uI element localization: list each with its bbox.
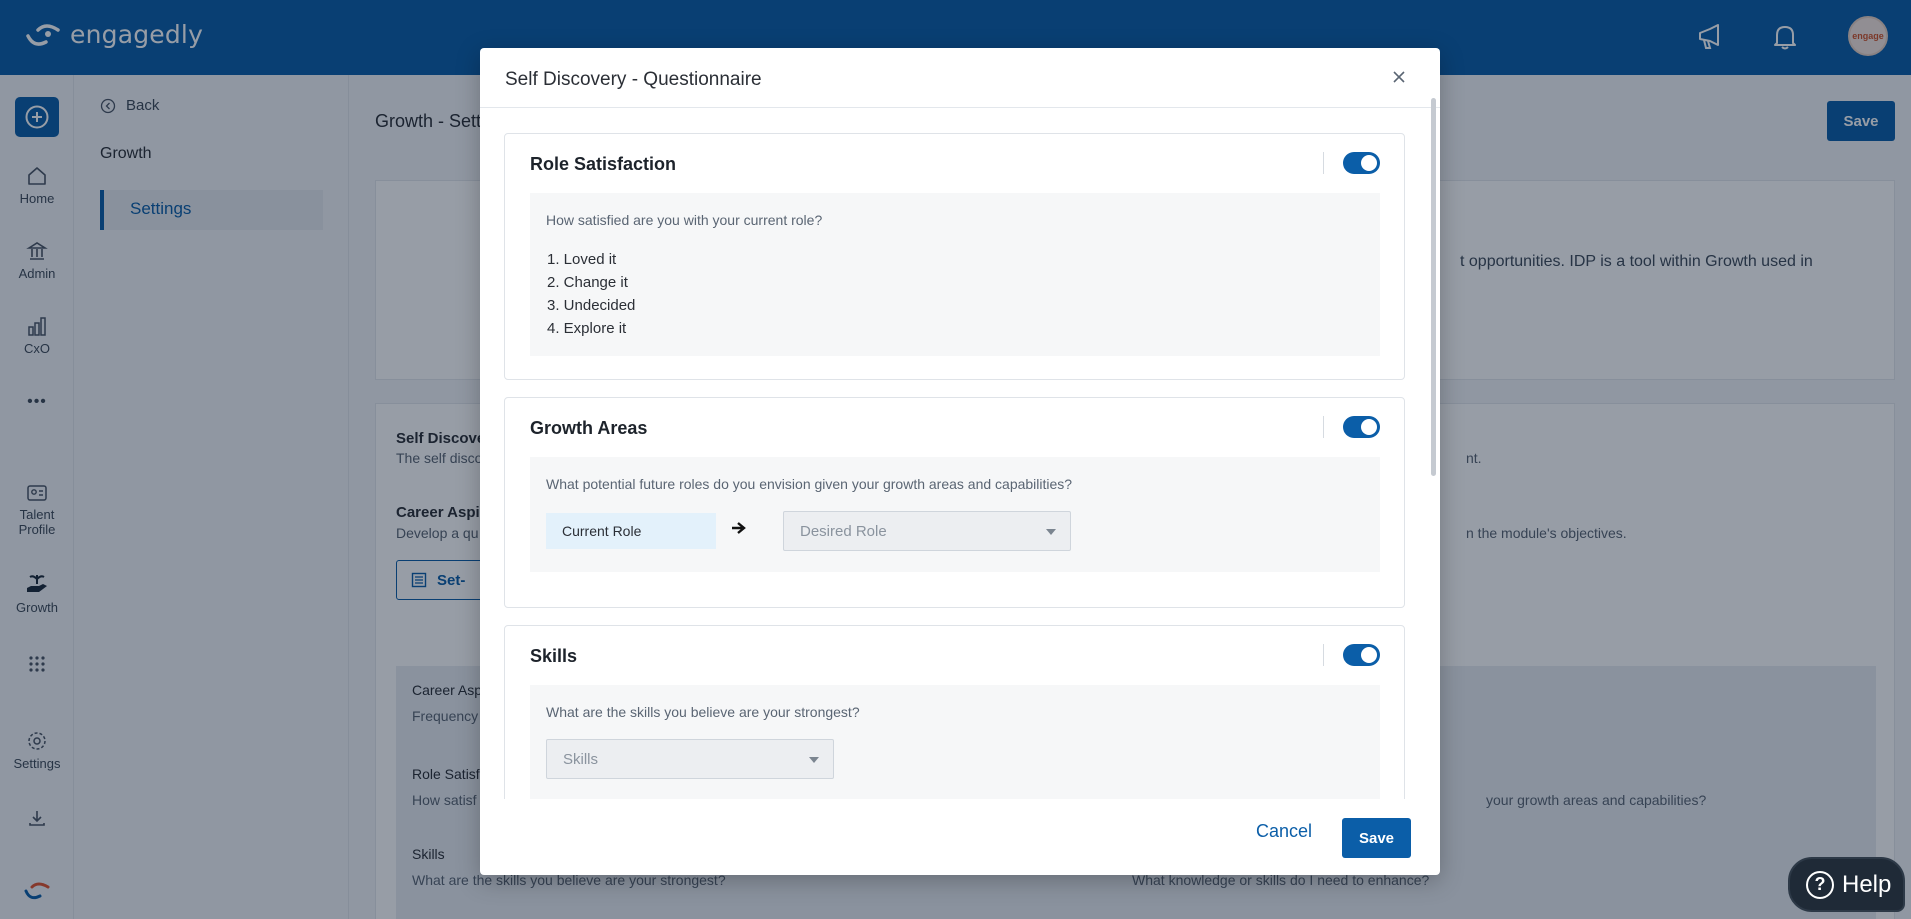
current-role-chip: Current Role	[546, 513, 716, 549]
help-widget[interactable]: ? Help	[1788, 857, 1905, 912]
question-text: What are the skills you believe are your…	[546, 704, 860, 720]
option-item: 2. Change it	[547, 274, 628, 291]
section-title: Role Satisfaction	[530, 154, 677, 174]
save-button[interactable]: Save	[1342, 818, 1411, 858]
questionnaire-modal: Self Discovery - Questionnaire Role Sati…	[480, 48, 1440, 875]
question-text: What potential future roles do you envis…	[546, 476, 1073, 492]
caret-down-icon	[809, 757, 819, 763]
divider	[1323, 416, 1324, 438]
desired-role-dropdown[interactable]: Desired Role	[783, 511, 1071, 551]
modal-scrollbar[interactable]	[1431, 98, 1436, 476]
modal-body: Role Satisfaction How satisfied are you …	[480, 109, 1440, 799]
growth-areas-toggle[interactable]	[1343, 416, 1380, 438]
question-panel: How satisfied are you with your current …	[530, 193, 1380, 356]
modal-footer: Cancel Save	[480, 799, 1440, 875]
option-item: 4. Explore it	[547, 320, 627, 337]
desired-role-placeholder: Desired Role	[800, 523, 887, 540]
option-item: 3. Undecided	[547, 297, 636, 314]
option-item: 1. Loved it	[547, 251, 617, 268]
question-panel: What are the skills you believe are your…	[530, 685, 1380, 799]
caret-down-icon	[1046, 529, 1056, 535]
modal-header: Self Discovery - Questionnaire	[480, 48, 1440, 108]
help-label: Help	[1842, 870, 1892, 898]
section-title: Growth Areas	[530, 418, 648, 438]
skills-toggle[interactable]	[1343, 644, 1380, 666]
modal-title: Self Discovery - Questionnaire	[505, 69, 762, 90]
question-panel: What potential future roles do you envis…	[530, 457, 1380, 572]
help-question-icon: ?	[1806, 870, 1834, 899]
divider	[1323, 644, 1324, 666]
skills-dropdown[interactable]: Skills	[546, 739, 834, 779]
cancel-button[interactable]: Cancel	[1256, 821, 1312, 842]
growth-areas-card: Growth Areas What potential future roles…	[504, 397, 1405, 608]
question-text: How satisfied are you with your current …	[546, 212, 823, 228]
divider	[1323, 152, 1324, 174]
role-satisfaction-toggle[interactable]	[1343, 152, 1380, 174]
skills-placeholder: Skills	[563, 751, 599, 768]
arrow-right-icon	[732, 522, 746, 534]
role-satisfaction-card: Role Satisfaction How satisfied are you …	[504, 133, 1405, 380]
section-title: Skills	[530, 646, 578, 666]
close-icon[interactable]	[1388, 66, 1410, 88]
skills-card: Skills What are the skills you believe a…	[504, 625, 1405, 799]
